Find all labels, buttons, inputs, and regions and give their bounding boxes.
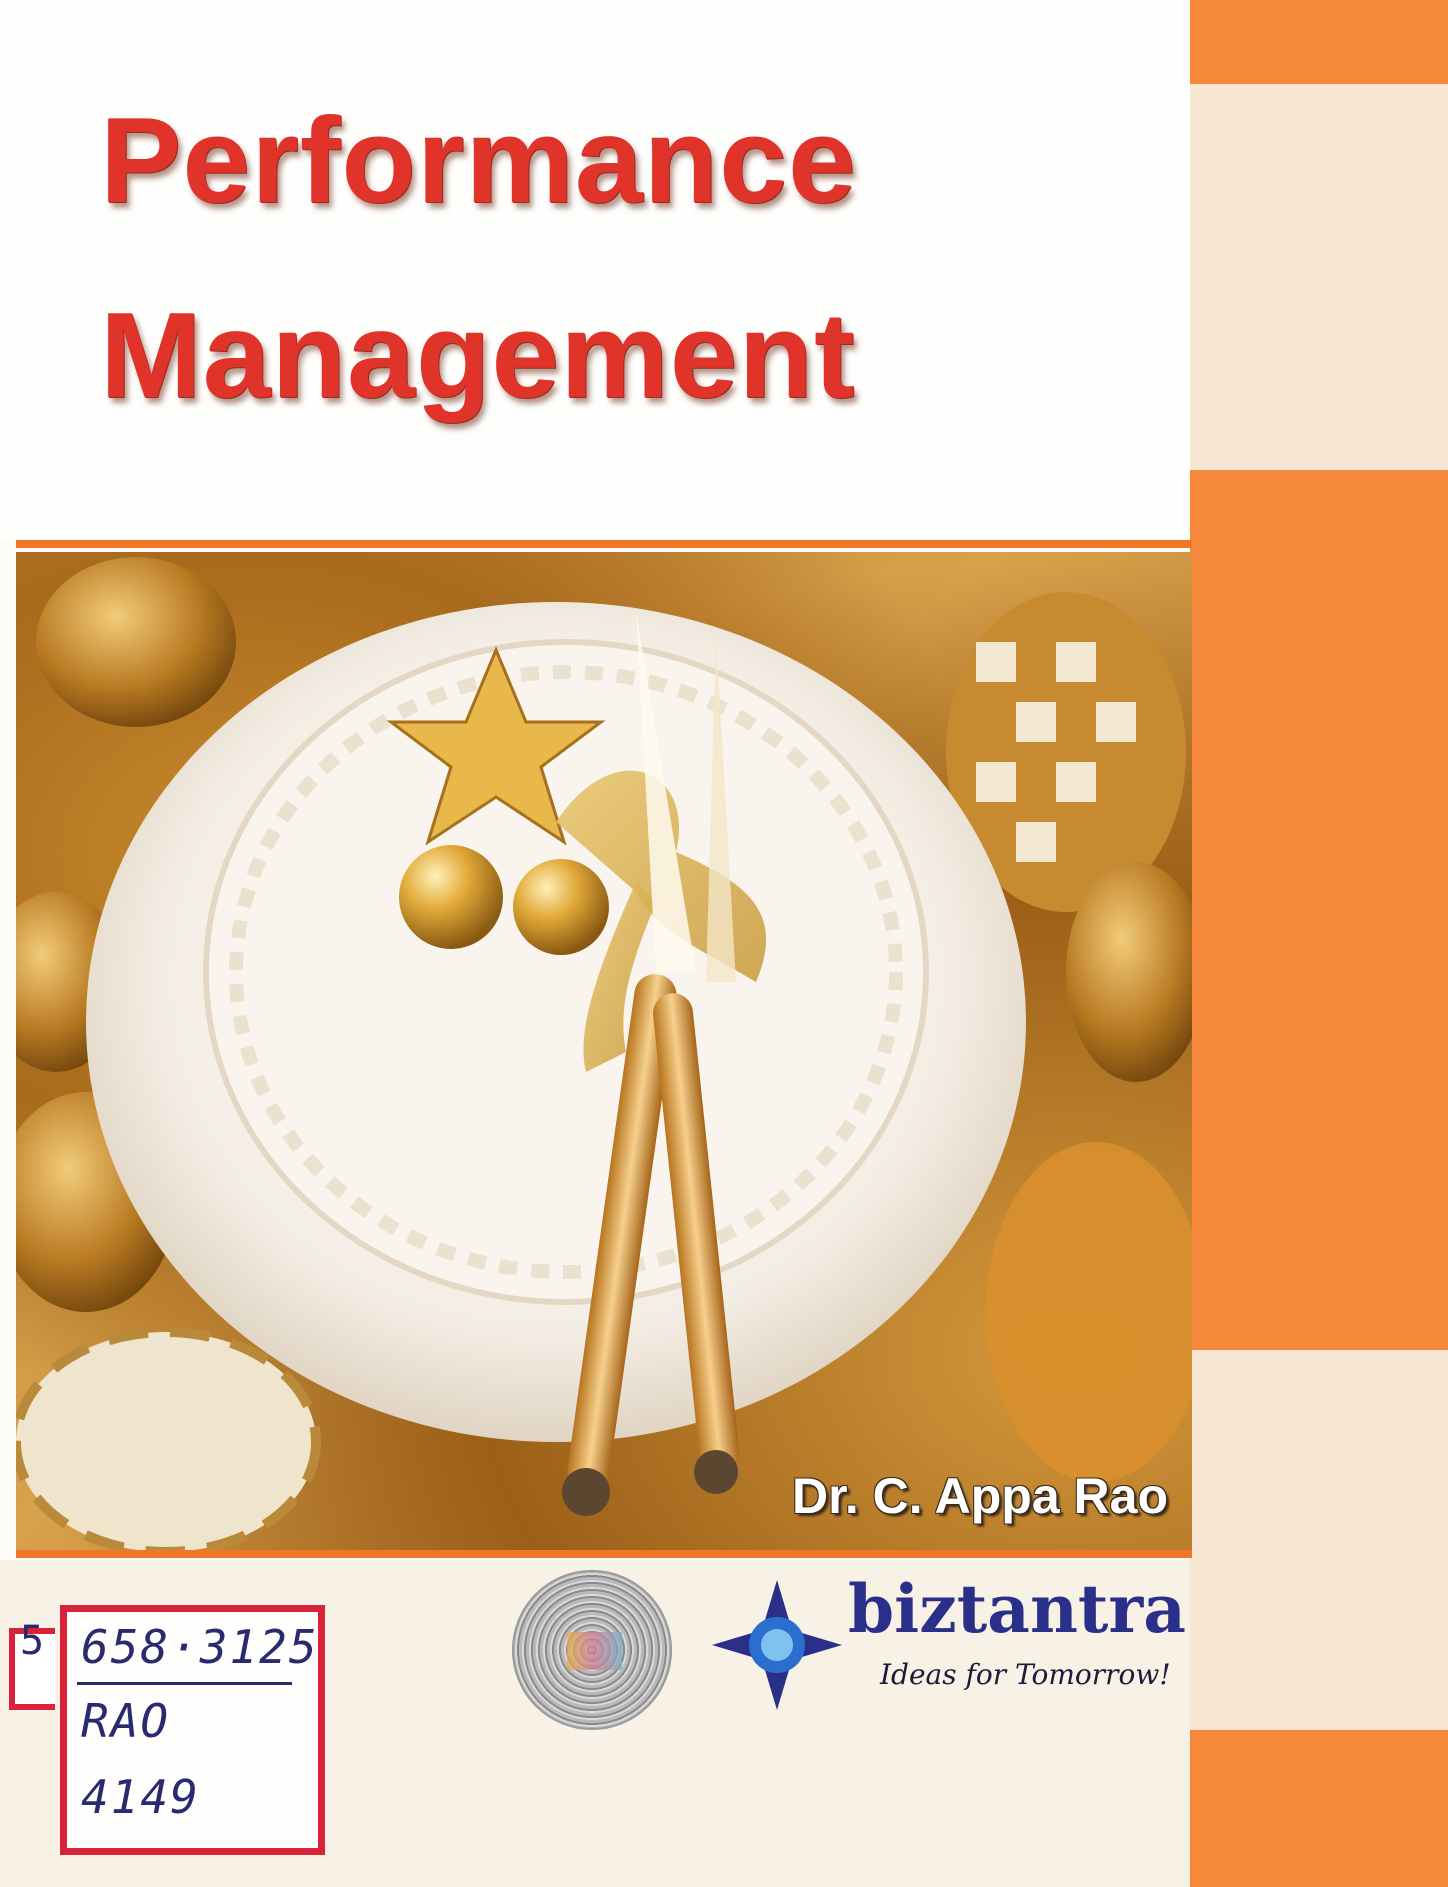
side-band-stripe [1190, 470, 1448, 1350]
book-title-line-2: Management [100, 287, 856, 423]
call-number-underline [77, 1682, 292, 1685]
publisher-name: biztantra [848, 1570, 1186, 1648]
hologram-sticker [512, 1570, 672, 1730]
book-title-line-1: Performance [100, 92, 857, 228]
title-area: Performance Management [0, 0, 1190, 540]
cover-photo: Dr. C. Appa Rao [16, 552, 1192, 1550]
call-number-author: RAO [81, 1694, 171, 1748]
publisher-tagline: Ideas for Tomorrow! [880, 1658, 1171, 1691]
side-band-stripe [1190, 1350, 1448, 1730]
side-band-stripe [1190, 1730, 1448, 1887]
top-divider [16, 540, 1192, 548]
cover-photo-illustration [16, 557, 1192, 1550]
author-name: Dr. C. Appa Rao [792, 1468, 1168, 1524]
hologram-center [567, 1632, 622, 1670]
side-band-stripe [1190, 0, 1448, 84]
library-call-number-label: 658·3125 RAO 4149 [9, 1605, 325, 1855]
call-number-class: 658·3125 [81, 1620, 319, 1674]
label-edge-digit: 5 [20, 1618, 45, 1664]
bottom-divider [16, 1550, 1192, 1558]
biztantra-logo-icon [712, 1580, 842, 1710]
side-band-stripe [1190, 84, 1448, 470]
call-number-accession: 4149 [81, 1770, 200, 1824]
